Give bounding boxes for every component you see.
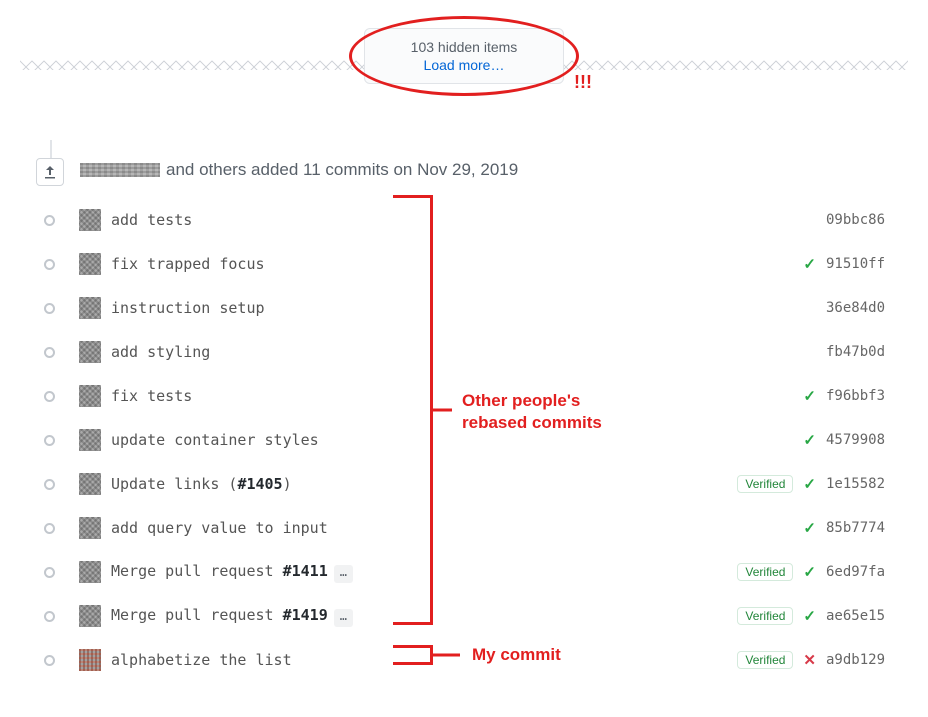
- commit-sha[interactable]: a9db129: [826, 652, 888, 668]
- check-icon[interactable]: ✓: [803, 255, 816, 273]
- commit-sha[interactable]: f96bbf3: [826, 388, 888, 404]
- avatar[interactable]: [79, 429, 101, 451]
- commit-right: ✓ 85b7774: [803, 506, 888, 550]
- pr-ref[interactable]: #1419: [283, 606, 328, 624]
- commit-dot-icon: [44, 567, 55, 578]
- commit-right: Verified ✓ ae65e15: [737, 594, 888, 638]
- commit-right: 09bbc86: [826, 198, 888, 242]
- annotation-bangs: !!!: [574, 72, 592, 93]
- check-icon[interactable]: ✓: [803, 563, 816, 581]
- commit-dot-icon: [44, 259, 55, 270]
- commit-list: add tests 09bbc86 fix trapped focus ✓ 91510f…: [42, 198, 888, 682]
- avatar[interactable]: [79, 473, 101, 495]
- pr-ref[interactable]: #1411: [283, 562, 328, 580]
- commit-right: Verified ✓ 1e15582: [737, 462, 888, 506]
- commit-row: add tests 09bbc86: [42, 198, 888, 242]
- commit-dot-icon: [44, 611, 55, 622]
- avatar[interactable]: [79, 209, 101, 231]
- commit-message[interactable]: fix tests: [111, 387, 192, 405]
- commit-right: 36e84d0: [826, 286, 888, 330]
- commit-dot-icon: [44, 435, 55, 446]
- check-icon[interactable]: ✓: [803, 387, 816, 405]
- push-summary: and others added 11 commits on Nov 29, 2…: [80, 160, 518, 180]
- expand-ellipsis-button[interactable]: …: [334, 609, 353, 627]
- commit-message[interactable]: add styling: [111, 343, 210, 361]
- commit-message[interactable]: Update links (#1405): [111, 475, 292, 493]
- verified-badge[interactable]: Verified: [737, 563, 793, 581]
- commit-dot-icon: [44, 479, 55, 490]
- commit-sha[interactable]: ae65e15: [826, 608, 888, 624]
- avatar[interactable]: [79, 297, 101, 319]
- avatar[interactable]: [79, 385, 101, 407]
- commit-message[interactable]: Merge pull request #1411…: [111, 562, 353, 583]
- check-icon[interactable]: ✓: [803, 607, 816, 625]
- commit-right: Verified ✕ a9db129: [737, 638, 888, 682]
- commit-dot-icon: [44, 391, 55, 402]
- commit-sha[interactable]: 4579908: [826, 432, 888, 448]
- pixelated-username: [80, 163, 160, 177]
- avatar[interactable]: [79, 517, 101, 539]
- push-icon: [36, 158, 64, 186]
- commit-right: fb47b0d: [826, 330, 888, 374]
- avatar[interactable]: [79, 341, 101, 363]
- commit-row: instruction setup 36e84d0: [42, 286, 888, 330]
- check-icon[interactable]: ✓: [803, 431, 816, 449]
- commit-message[interactable]: update container styles: [111, 431, 319, 449]
- commit-dot-icon: [44, 523, 55, 534]
- commit-right: ✓ 91510ff: [803, 242, 888, 286]
- commit-sha[interactable]: 6ed97fa: [826, 564, 888, 580]
- commit-sha[interactable]: 85b7774: [826, 520, 888, 536]
- commit-message[interactable]: Merge pull request #1419…: [111, 606, 353, 627]
- hidden-count-text: 103 hidden items: [377, 39, 551, 55]
- commit-row: Merge pull request #1419…Verified✓ae65e1…: [42, 594, 888, 638]
- load-more-link[interactable]: Load more…: [377, 57, 551, 73]
- commit-sha[interactable]: 36e84d0: [826, 300, 888, 316]
- verified-badge[interactable]: Verified: [737, 475, 793, 493]
- commit-right: ✓ f96bbf3: [803, 374, 888, 418]
- check-icon[interactable]: ✓: [803, 519, 816, 537]
- commit-sha[interactable]: 91510ff: [826, 256, 888, 272]
- avatar[interactable]: [79, 649, 101, 671]
- commit-row: add styling fb47b0d: [42, 330, 888, 374]
- commit-dot-icon: [44, 655, 55, 666]
- summary-text: and others added 11 commits: [166, 160, 389, 180]
- annotation-label-others: Other people's rebased commits: [462, 390, 602, 434]
- commit-dot-icon: [44, 215, 55, 226]
- commit-right: Verified ✓ 6ed97fa: [737, 550, 888, 594]
- commit-sha[interactable]: fb47b0d: [826, 344, 888, 360]
- commit-row: fix trapped focus ✓ 91510ff: [42, 242, 888, 286]
- annotation-label-mine: My commit: [472, 645, 561, 665]
- summary-date: on Nov 29, 2019: [393, 160, 518, 180]
- commit-row: Merge pull request #1411…Verified✓6ed97f…: [42, 550, 888, 594]
- hidden-items-expander[interactable]: 103 hidden items Load more…: [364, 28, 564, 84]
- commit-message[interactable]: fix trapped focus: [111, 255, 265, 273]
- cross-icon[interactable]: ✕: [803, 651, 816, 669]
- avatar[interactable]: [79, 605, 101, 627]
- commit-sha[interactable]: 1e15582: [826, 476, 888, 492]
- commit-row: alphabetize the list Verified ✕ a9db129: [42, 638, 888, 682]
- avatar[interactable]: [79, 253, 101, 275]
- commit-message[interactable]: alphabetize the list: [111, 651, 292, 669]
- verified-badge[interactable]: Verified: [737, 607, 793, 625]
- expand-ellipsis-button[interactable]: …: [334, 565, 353, 583]
- verified-badge[interactable]: Verified: [737, 651, 793, 669]
- avatar[interactable]: [79, 561, 101, 583]
- commit-row: add query value to input ✓ 85b7774: [42, 506, 888, 550]
- commit-dot-icon: [44, 347, 55, 358]
- timeline-line: [50, 140, 52, 160]
- commit-row: Update links (#1405) Verified ✓ 1e15582: [42, 462, 888, 506]
- commit-message[interactable]: add query value to input: [111, 519, 328, 537]
- commit-right: ✓ 4579908: [803, 418, 888, 462]
- pr-ref[interactable]: #1405: [237, 475, 282, 493]
- commit-dot-icon: [44, 303, 55, 314]
- commit-sha[interactable]: 09bbc86: [826, 212, 888, 228]
- check-icon[interactable]: ✓: [803, 475, 816, 493]
- commit-message[interactable]: instruction setup: [111, 299, 265, 317]
- commit-message[interactable]: add tests: [111, 211, 192, 229]
